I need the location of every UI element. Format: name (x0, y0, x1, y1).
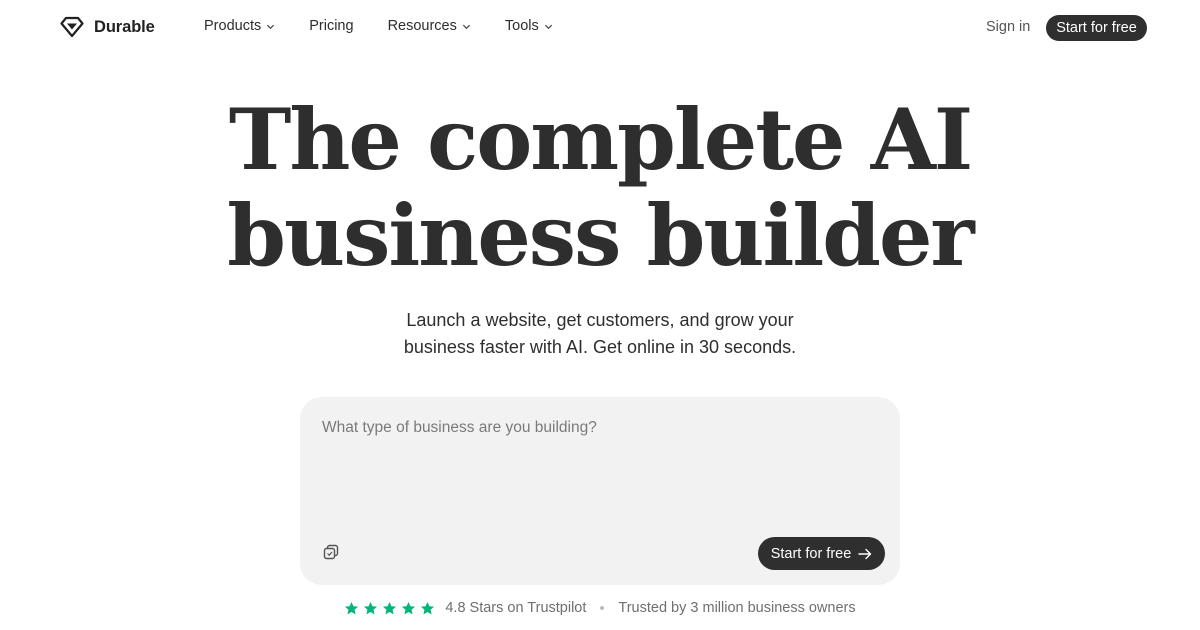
arrow-right-icon (858, 548, 872, 559)
submit-label: Start for free (770, 545, 852, 562)
nav-item-label: Tools (504, 18, 539, 34)
business-prompt-box: Start for free (300, 397, 900, 585)
star-icon (345, 601, 359, 614)
start-for-free-submit-button[interactable]: Start for free (758, 537, 885, 570)
star-icon (402, 601, 416, 614)
diamond-icon (60, 16, 84, 38)
chevron-down-icon (544, 24, 552, 29)
start-for-free-button[interactable]: Start for free (1046, 15, 1147, 41)
nav-item-label: Products (204, 18, 262, 34)
chevron-down-icon (267, 24, 275, 29)
trust-row: 4.8 Stars on Trustpilot Trusted by 3 mil… (0, 600, 1200, 616)
trusted-by-text: Trusted by 3 million business owners (618, 600, 856, 616)
nav-item-products[interactable]: Products (204, 18, 275, 34)
nav-item-tools[interactable]: Tools (505, 18, 553, 34)
brand-logo[interactable]: Durable (60, 16, 155, 38)
star-icon (383, 601, 397, 614)
brand-name: Durable (94, 17, 155, 36)
nav-item-resources[interactable]: Resources (388, 18, 471, 34)
rating-text: 4.8 Stars on Trustpilot (445, 600, 587, 616)
nav-item-label: Pricing (309, 18, 354, 34)
hero-subtitle: Launch a website, get customers, and gro… (300, 307, 900, 361)
hero-subtitle-line: business faster with AI. Get online in 3… (403, 337, 797, 357)
hero-title: The complete AI business builder (0, 92, 1200, 284)
main-menu: Products Pricing Resources Tools (204, 18, 553, 34)
chevron-down-icon (462, 24, 470, 29)
top-nav: Durable Products Pricing Resources Tools… (0, 0, 1200, 56)
hero-title-line: The complete AI (228, 90, 973, 189)
star-icon (421, 601, 435, 614)
hero-subtitle-line: Launch a website, get customers, and gro… (406, 310, 794, 330)
star-icon (364, 601, 378, 614)
nav-item-label: Resources (387, 18, 457, 34)
copy-icon[interactable] (322, 543, 340, 561)
trustpilot-stars (344, 601, 435, 616)
separator-dot (600, 606, 605, 610)
nav-item-pricing[interactable]: Pricing (309, 18, 353, 34)
sign-in-link[interactable]: Sign in (986, 19, 1030, 35)
hero-title-line: business builder (227, 186, 974, 285)
business-type-input[interactable] (322, 419, 878, 519)
